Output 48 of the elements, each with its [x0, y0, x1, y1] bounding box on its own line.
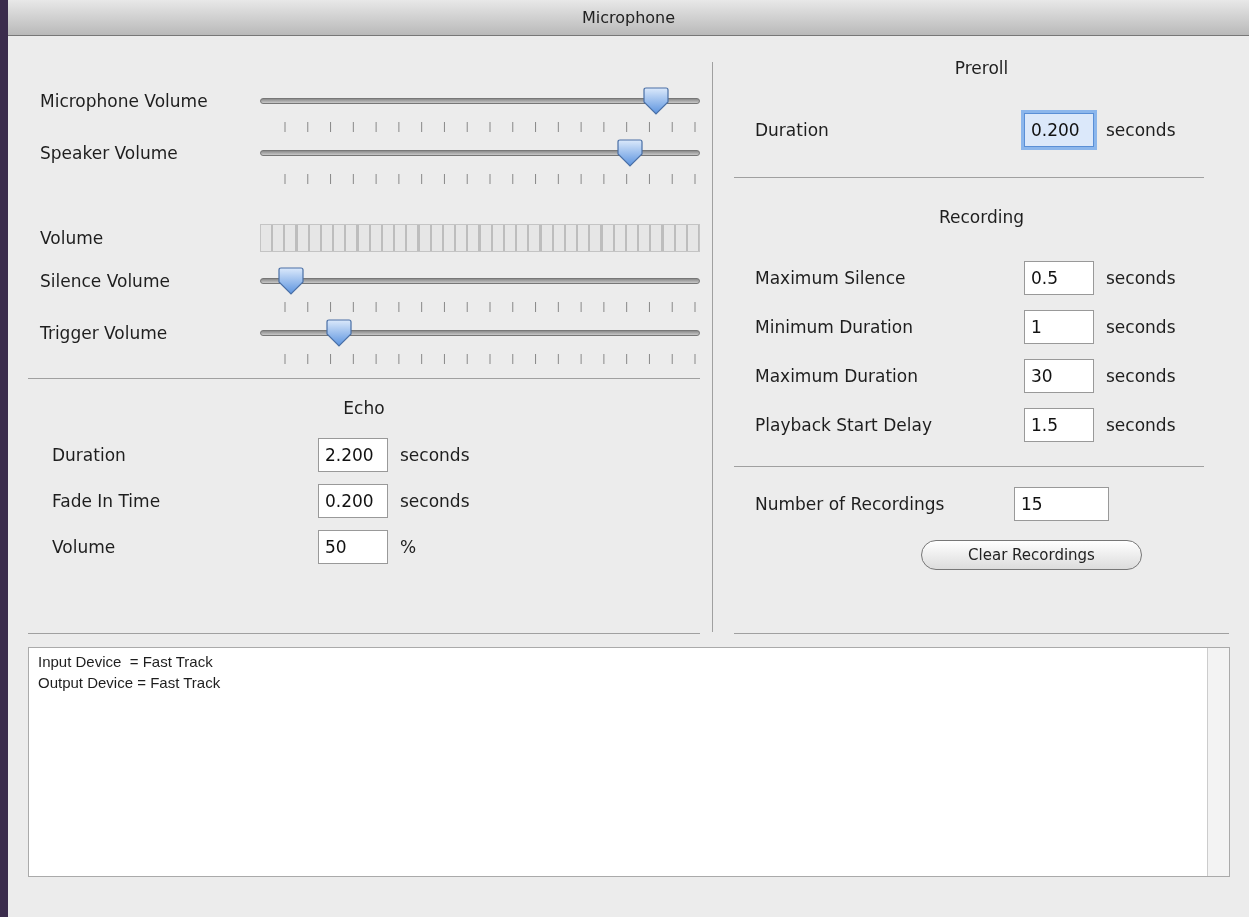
window-title: Microphone	[581, 8, 676, 27]
slider[interactable]	[260, 87, 700, 115]
unit-label: seconds	[1106, 414, 1176, 435]
slider-thumb[interactable]	[642, 87, 670, 115]
log-area[interactable]: Input Device = Fast Track Output Device = Fast Track	[28, 647, 1230, 877]
input-field[interactable]: 15	[1014, 487, 1109, 521]
slider-label: Trigger Volume	[39, 323, 169, 343]
field-label: Maximum Silence	[755, 267, 907, 288]
field-label: Minimum Duration	[755, 316, 915, 337]
input-field[interactable]: 0.200	[318, 484, 388, 518]
section-title: Echo	[342, 397, 386, 419]
slider[interactable]	[260, 319, 700, 347]
input-field[interactable]: 1	[1024, 309, 1094, 344]
field-label: Maximum Duration	[755, 365, 919, 386]
unit-label: seconds	[1106, 365, 1176, 386]
scrollbar[interactable]	[1207, 648, 1229, 876]
input-field[interactable]: 1.5	[1024, 407, 1094, 442]
input-field[interactable]: 0.5	[1024, 260, 1094, 295]
log-line: Output Device = Fast Track	[38, 673, 221, 693]
section-title: Recording	[938, 206, 1025, 228]
slider-label: Silence Volume	[39, 271, 171, 291]
unit-label: seconds	[400, 445, 470, 465]
slider-label: Microphone Volume	[39, 91, 209, 111]
field-label: Duration	[755, 120, 830, 140]
clear-recordings-button[interactable]: Clear Recordings	[921, 540, 1142, 570]
field-label: Fade In Time	[52, 491, 162, 511]
input-field[interactable]: 2.200	[318, 438, 388, 472]
slider-thumb[interactable]	[325, 319, 354, 347]
field-label: Volume	[52, 537, 117, 557]
field-label: Number of Recordings	[755, 494, 946, 514]
slider[interactable]	[260, 267, 700, 295]
meter-label: Volume	[39, 228, 105, 248]
slider-label: Speaker Volume	[39, 143, 179, 163]
section-title: Preroll	[953, 57, 1010, 79]
slider-thumb[interactable]	[276, 267, 305, 295]
unit-label: seconds	[1106, 267, 1176, 288]
slider[interactable]	[260, 139, 700, 167]
unit-label: seconds	[1106, 316, 1176, 337]
input-field[interactable]: 0.200	[1024, 113, 1094, 147]
log-line: Input Device = Fast Track	[38, 652, 213, 672]
input-field[interactable]: 50	[318, 530, 388, 564]
field-label: Playback Start Delay	[755, 414, 933, 435]
unit-label: %	[400, 537, 417, 557]
unit-label: seconds	[1106, 120, 1176, 140]
unit-label: seconds	[400, 491, 470, 511]
input-field[interactable]: 30	[1024, 358, 1094, 393]
field-label: Duration	[52, 445, 127, 465]
slider-thumb[interactable]	[615, 139, 644, 167]
